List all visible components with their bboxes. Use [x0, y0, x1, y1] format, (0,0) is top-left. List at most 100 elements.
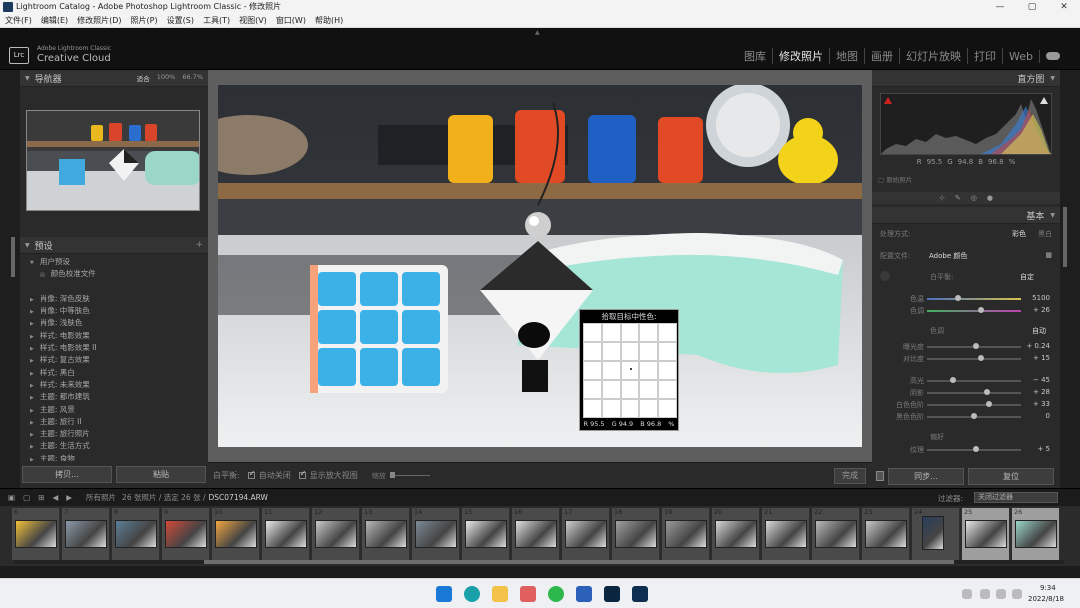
collapsed-triangle-icon[interactable]: ▶: [30, 321, 34, 327]
navigator-header[interactable]: ▼ 导航器 适合 100% 66.7%: [20, 70, 208, 87]
file-explorer-icon[interactable]: [492, 586, 508, 602]
filmstrip-thumbnail[interactable]: [315, 520, 357, 548]
mask-icon[interactable]: ●: [987, 192, 993, 204]
profile-browser-icon[interactable]: ▦: [1045, 251, 1052, 259]
preset-item[interactable]: ▶ 样式: 黑白: [20, 367, 208, 379]
menu-tools[interactable]: 工具(T): [203, 15, 230, 26]
filmstrip-thumbnail[interactable]: [165, 520, 207, 548]
preset-item[interactable]: ▶ 样式: 电影效果 II: [20, 342, 208, 354]
tray-up-icon[interactable]: [962, 589, 972, 599]
lightroom-taskbar-icon[interactable]: [632, 586, 648, 602]
zoom-100[interactable]: 100%: [157, 73, 176, 83]
copy-button[interactable]: 拷贝...: [22, 466, 112, 483]
add-preset-icon[interactable]: +: [195, 240, 203, 250]
photoshop-icon[interactable]: [604, 586, 620, 602]
filmstrip-thumbnail[interactable]: [465, 520, 507, 548]
slider-track[interactable]: [927, 389, 1021, 395]
filmstrip-cell[interactable]: 24: [912, 508, 960, 560]
filmstrip-cell[interactable]: 17: [562, 508, 610, 560]
preset-item[interactable]: ▶ 主题: 风景: [20, 404, 208, 416]
slider-knob[interactable]: [972, 446, 979, 452]
filmstrip-thumbnail[interactable]: [115, 520, 157, 548]
preset-item[interactable]: ▶ 样式: 电影效果: [20, 330, 208, 342]
crop-tool-icon[interactable]: ⊹: [939, 192, 945, 204]
filmstrip-cell[interactable]: 11: [262, 508, 310, 560]
edited-photo[interactable]: [218, 85, 862, 447]
menu-window[interactable]: 窗口(W): [276, 15, 306, 26]
slider-knob[interactable]: [972, 343, 979, 349]
filmstrip-scrollbar[interactable]: [14, 560, 1064, 564]
filmstrip-cell[interactable]: 15: [462, 508, 510, 560]
snipping-icon[interactable]: [520, 586, 536, 602]
slider-knob[interactable]: [986, 401, 993, 407]
preset-item[interactable]: [20, 281, 208, 293]
menu-settings[interactable]: 设置(S): [167, 15, 194, 26]
filmstrip-thumbnail[interactable]: [615, 520, 657, 548]
filmstrip-cell[interactable]: 10: [212, 508, 260, 560]
spot-removal-icon[interactable]: ✎: [955, 192, 961, 204]
filmstrip-cell[interactable]: 26: [1012, 508, 1060, 560]
menu-help[interactable]: 帮助(H): [315, 15, 343, 26]
slider-knob[interactable]: [977, 307, 984, 313]
filmstrip-thumbnail[interactable]: [565, 520, 607, 548]
module-map[interactable]: 地图: [830, 48, 866, 64]
tone-auto-button[interactable]: 自动: [1032, 326, 1046, 336]
profile-select[interactable]: Adobe 颜色: [929, 251, 967, 261]
slider-value[interactable]: + 5: [1037, 445, 1050, 453]
module-develop[interactable]: 修改照片: [773, 48, 831, 64]
treatment-color[interactable]: 彩色: [1012, 229, 1026, 239]
preset-item[interactable]: ▶ 主题: 都市建筑: [20, 391, 208, 403]
expanded-triangle-icon[interactable]: ▼: [30, 260, 34, 266]
wb-select[interactable]: 自定: [1020, 272, 1034, 282]
slider-track[interactable]: [927, 343, 1021, 349]
preset-item[interactable]: ▶ 样式: 复古效果: [20, 354, 208, 366]
module-web[interactable]: Web: [1003, 49, 1040, 63]
clock-time[interactable]: 9:34: [1040, 584, 1056, 592]
preset-item[interactable]: ▶ 肖像: 中等肤色: [20, 305, 208, 317]
collapsed-triangle-icon[interactable]: ▶: [30, 432, 34, 438]
edge-icon[interactable]: [464, 586, 480, 602]
zoom-fit[interactable]: 适合: [137, 73, 150, 83]
shadow-clipping-icon[interactable]: [884, 97, 892, 104]
close-button[interactable]: ✕: [1048, 0, 1080, 14]
filmstrip-thumbnail[interactable]: [765, 520, 807, 548]
filmstrip-cell[interactable]: 8: [112, 508, 160, 560]
filmstrip-cell[interactable]: 12: [312, 508, 360, 560]
collapsed-triangle-icon[interactable]: ▶: [30, 297, 34, 303]
auto-sync-toggle[interactable]: [876, 471, 884, 481]
slider-knob[interactable]: [950, 377, 957, 383]
sync-button[interactable]: 同步...: [888, 468, 964, 485]
menu-file[interactable]: 文件(F): [5, 15, 32, 26]
wechat-icon[interactable]: [548, 586, 564, 602]
filmstrip-thumbnail[interactable]: [665, 520, 707, 548]
word-icon[interactable]: [576, 586, 592, 602]
filmstrip-thumbnail[interactable]: [515, 520, 557, 548]
preset-item[interactable]: ▶ 主题: 食物: [20, 453, 208, 461]
slider-track[interactable]: [927, 401, 1021, 407]
collapsed-triangle-icon[interactable]: ▶: [30, 383, 34, 389]
preset-item[interactable]: ▶ 肖像: 深色皮肤: [20, 293, 208, 305]
paste-button[interactable]: 粘贴: [116, 466, 206, 483]
filmstrip-cell[interactable]: 13: [362, 508, 410, 560]
minimize-button[interactable]: —: [984, 0, 1016, 14]
preset-item[interactable]: ▶ 肖像: 浅肤色: [20, 317, 208, 329]
treatment-bw[interactable]: 黑白: [1038, 229, 1052, 239]
left-panel-edge[interactable]: [0, 70, 20, 488]
slider-value[interactable]: + 0.24: [1026, 342, 1050, 350]
current-filename[interactable]: DSC07194.ARW: [209, 493, 268, 502]
filmstrip-thumbnail[interactable]: [965, 520, 1007, 548]
expand-triangle-icon[interactable]: ▼: [25, 242, 30, 249]
wb-eyedropper-icon[interactable]: [880, 271, 890, 281]
collapsed-triangle-icon[interactable]: ▶: [30, 408, 34, 414]
collapsed-triangle-icon[interactable]: ▤: [40, 272, 45, 278]
histogram-header[interactable]: 直方图 ▼: [872, 70, 1060, 87]
presets-header[interactable]: ▼ 预设 +: [20, 237, 208, 254]
filmstrip-cell[interactable]: 23: [862, 508, 910, 560]
filmstrip-thumbnail[interactable]: [1015, 520, 1057, 548]
collapsed-triangle-icon[interactable]: ▶: [30, 444, 34, 450]
preset-item[interactable]: ▤ 颜色校准文件: [20, 268, 208, 280]
filmstrip-thumbnail[interactable]: [365, 520, 407, 548]
histogram-graph[interactable]: [880, 93, 1052, 155]
preset-item[interactable]: ▶ 主题: 旅行照片: [20, 428, 208, 440]
module-library[interactable]: 图库: [738, 48, 774, 64]
